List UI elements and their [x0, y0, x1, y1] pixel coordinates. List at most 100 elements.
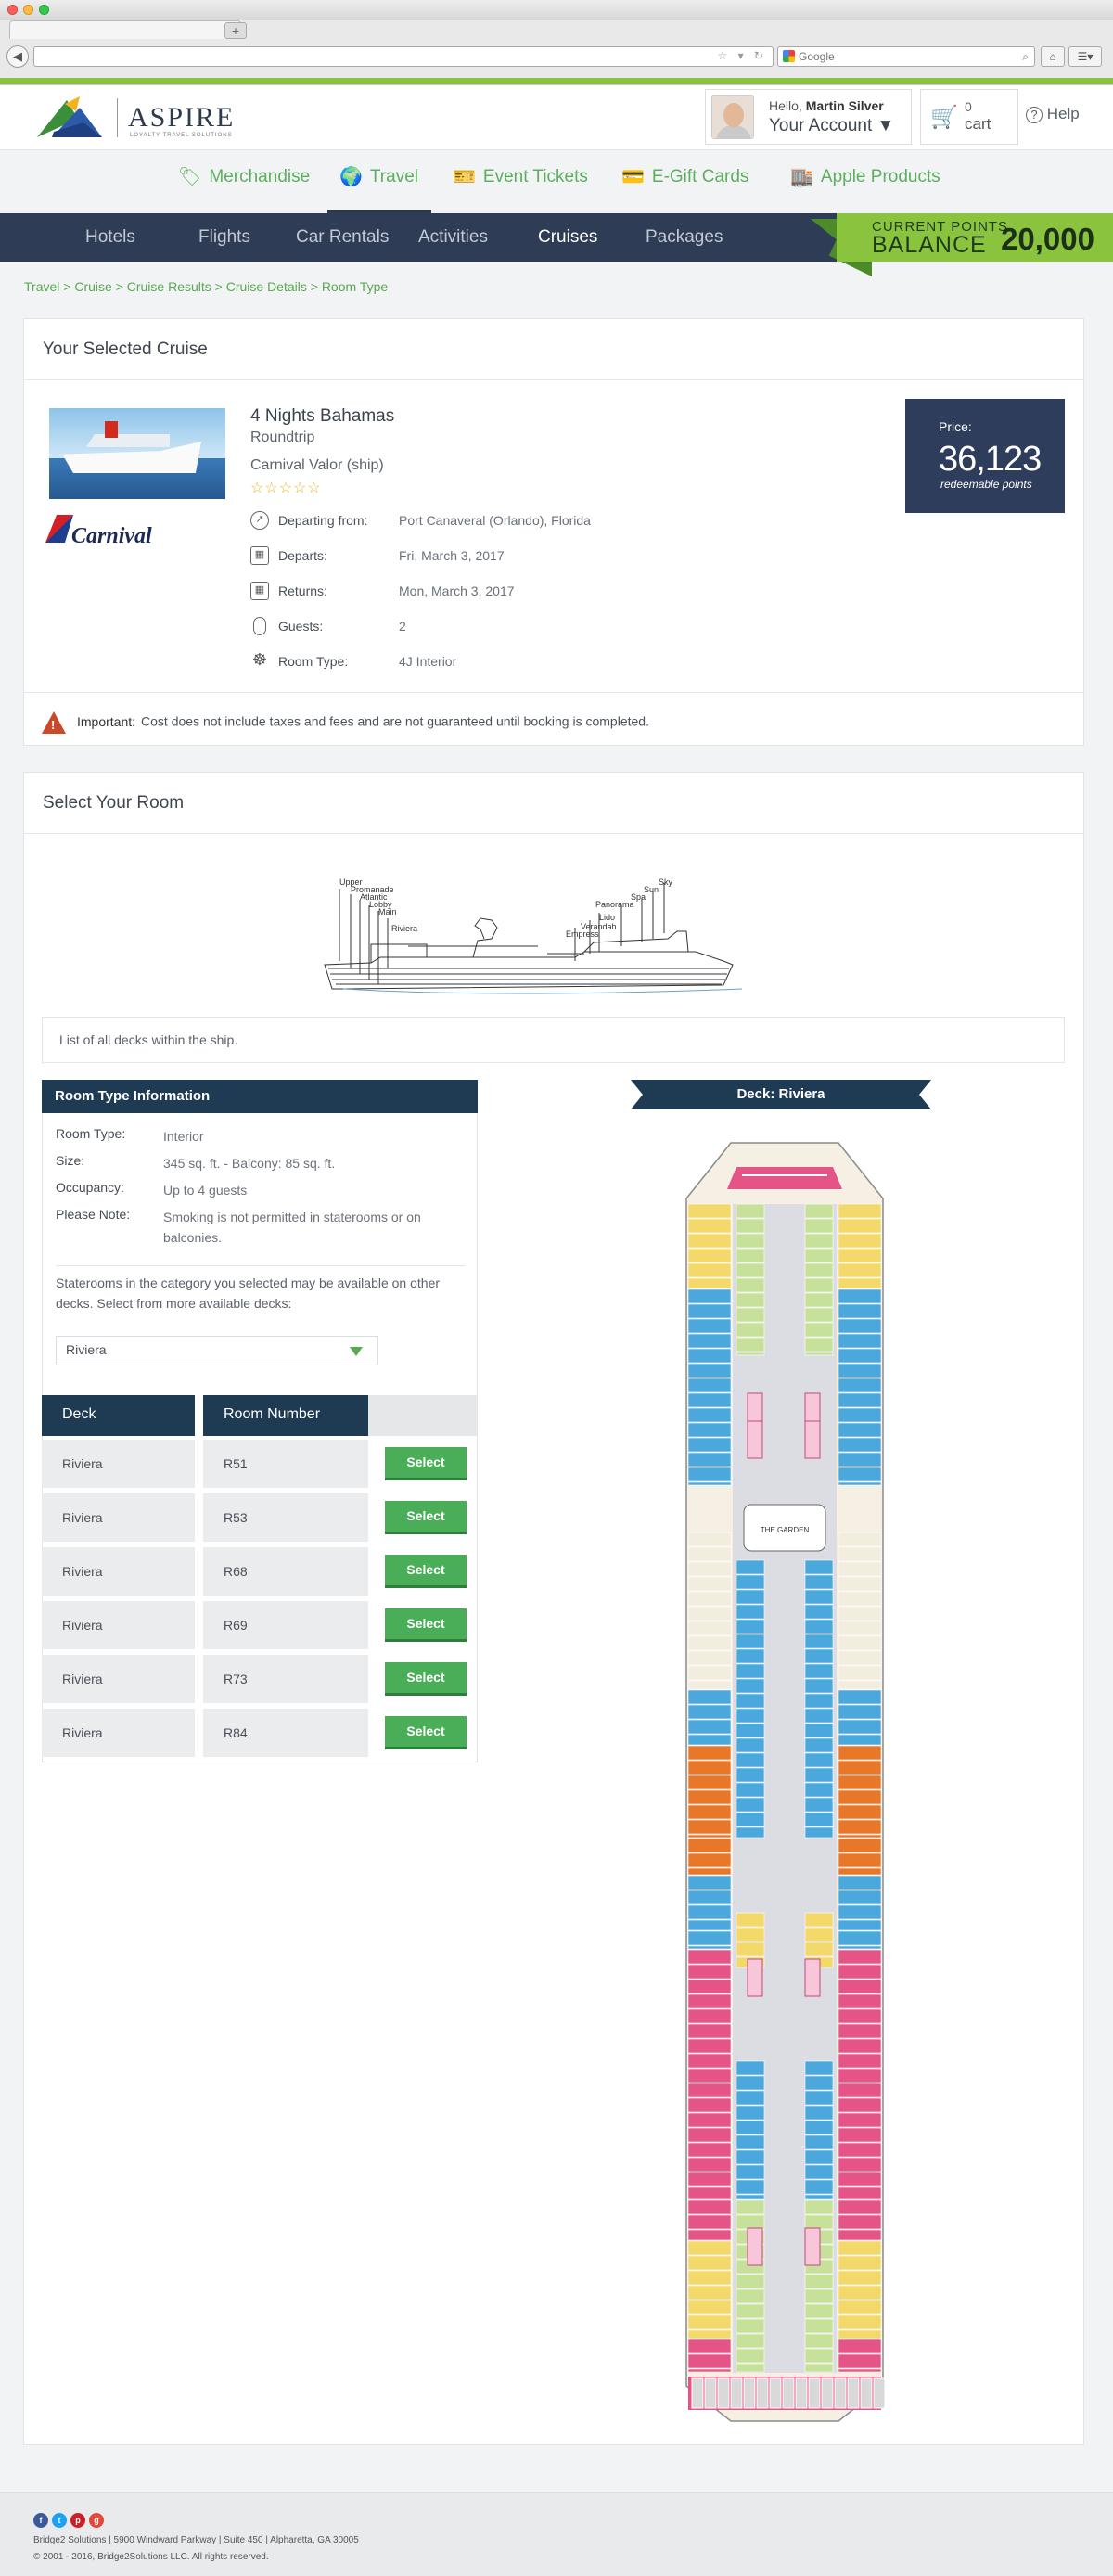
cabin-right[interactable]: [838, 2314, 882, 2330]
cabin-right[interactable]: [838, 1318, 882, 1334]
cabin-right[interactable]: [838, 2157, 882, 2172]
cabin-inner-right[interactable]: [804, 1797, 834, 1813]
cabin-inner-left[interactable]: [736, 1352, 765, 1356]
cabin-left[interactable]: [687, 1621, 732, 1636]
cabin-left[interactable]: [687, 1481, 732, 1486]
cabin-left[interactable]: [687, 2157, 732, 2172]
cabin-inner-left[interactable]: [736, 1559, 765, 1575]
help-link[interactable]: ? Help: [1026, 105, 1080, 123]
cabin-left[interactable]: [687, 1248, 732, 1263]
cabin-inner-right[interactable]: [804, 1648, 834, 1664]
category-apple-products[interactable]: 🏬 Apple Products: [790, 165, 940, 188]
cabin-right[interactable]: [838, 2255, 882, 2271]
cabin-right[interactable]: [838, 1993, 882, 2009]
cabin-right[interactable]: [838, 2199, 882, 2215]
cabin-left[interactable]: [687, 1930, 732, 1946]
cabin-left[interactable]: [687, 1348, 732, 1364]
cabin-left[interactable]: [687, 1689, 732, 1705]
cabin-left[interactable]: [687, 2199, 732, 2215]
cabin-stern[interactable]: [795, 2377, 808, 2409]
cabin-inner-left[interactable]: [736, 2149, 765, 2165]
cabin-inner-right[interactable]: [804, 1218, 834, 1234]
cabin-left[interactable]: [687, 2083, 732, 2098]
cabin-right[interactable]: [838, 2008, 882, 2024]
cabin-inner-right[interactable]: [804, 1737, 834, 1753]
cabin-inner-left[interactable]: [736, 1797, 765, 1813]
select-room-button[interactable]: Select: [385, 1716, 467, 1749]
cabin-inner-left[interactable]: [736, 1248, 765, 1263]
cabin-right[interactable]: [838, 2300, 882, 2315]
cabin-inner-left[interactable]: [736, 1337, 765, 1352]
cabin-inner-right[interactable]: [804, 2194, 834, 2200]
cabin-right[interactable]: [838, 1591, 882, 1607]
cabin-right[interactable]: [838, 1467, 882, 1482]
cabin-left[interactable]: [687, 2172, 732, 2187]
cabin-inner-right[interactable]: [804, 2363, 834, 2373]
cabin-inner-right[interactable]: [804, 2120, 834, 2135]
cabin-inner-left[interactable]: [736, 1723, 765, 1738]
cabin-left[interactable]: [687, 2285, 732, 2300]
cabin-inner-right[interactable]: [804, 1248, 834, 1263]
googleplus-icon[interactable]: g: [89, 2513, 104, 2528]
cabin-inner-left[interactable]: [736, 1634, 765, 1649]
cabin-left[interactable]: [687, 1719, 732, 1735]
cabin-right[interactable]: [838, 1704, 882, 1720]
cabin-right[interactable]: [838, 1248, 882, 1263]
cabin-left[interactable]: [687, 1422, 732, 1438]
cabin-right[interactable]: [838, 1930, 882, 1946]
cabin-inner-right[interactable]: [804, 1292, 834, 1308]
cabin-inner-left[interactable]: [736, 1912, 765, 1928]
cabin-left[interactable]: [687, 1789, 732, 1805]
cabin-inner-left[interactable]: [736, 2348, 765, 2364]
cabin-stern[interactable]: [704, 2377, 717, 2409]
cabin-inner-right[interactable]: [804, 1307, 834, 1323]
cabin-left[interactable]: [687, 2068, 732, 2083]
cabin-right[interactable]: [838, 2112, 882, 2128]
cabin-right[interactable]: [838, 1745, 882, 1761]
cabin-right[interactable]: [838, 1606, 882, 1621]
cabin-inner-right[interactable]: [804, 1337, 834, 1352]
cabin-left[interactable]: [687, 1964, 732, 1980]
cabin-right[interactable]: [838, 2172, 882, 2187]
cabin-left[interactable]: [687, 2142, 732, 2158]
cabin-inner-right[interactable]: [804, 2333, 834, 2349]
cabin-right[interactable]: [838, 1546, 882, 1562]
cabin-left[interactable]: [687, 2008, 732, 2024]
cabin-inner-left[interactable]: [736, 1927, 765, 1942]
cabin-inner-right[interactable]: [804, 1322, 834, 1338]
cabin-inner-right[interactable]: [804, 2348, 834, 2364]
cabin-right[interactable]: [838, 1452, 882, 1467]
cabin-right[interactable]: [838, 1719, 882, 1735]
cabin-inner-left[interactable]: [736, 1693, 765, 1709]
pinterest-icon[interactable]: p: [70, 2513, 85, 2528]
cabin-inner-left[interactable]: [736, 1752, 765, 1768]
browser-tab[interactable]: [9, 20, 241, 39]
url-bar[interactable]: ☆ ▾ ↻: [33, 46, 774, 67]
cabin-inner-right[interactable]: [804, 1678, 834, 1694]
cabin-right[interactable]: [838, 1804, 882, 1820]
cabin-left[interactable]: [687, 2240, 732, 2256]
cabin-inner-right[interactable]: [804, 2288, 834, 2304]
cabin-right[interactable]: [838, 1734, 882, 1746]
cabin-inner-right[interactable]: [804, 1912, 834, 1928]
cabin-right[interactable]: [838, 2214, 882, 2230]
cabin-left[interactable]: [687, 2368, 732, 2373]
subnav-cruises[interactable]: Cruises: [538, 227, 597, 248]
cabin-inner-right[interactable]: [804, 1203, 834, 1219]
cabin-left[interactable]: [687, 1945, 732, 1950]
cabin-inner-right[interactable]: [804, 1663, 834, 1679]
cabin-left[interactable]: [687, 1303, 732, 1319]
cabin-right[interactable]: [838, 1348, 882, 1364]
cabin-stern[interactable]: [860, 2377, 873, 2409]
cabin-inner-left[interactable]: [736, 2363, 765, 2373]
cabin-right[interactable]: [838, 1680, 882, 1690]
deck-label-panorama[interactable]: Panorama: [595, 900, 634, 909]
cabin-stern[interactable]: [730, 2377, 743, 2409]
cabin-left[interactable]: [687, 2186, 732, 2200]
cabin-left[interactable]: [687, 1734, 732, 1746]
cabin-inner-right[interactable]: [804, 1752, 834, 1768]
cabin-left[interactable]: [687, 1576, 732, 1592]
cabin-right[interactable]: [838, 2023, 882, 2039]
cabin-inner-left[interactable]: [736, 1604, 765, 1620]
cabin-right[interactable]: [838, 1561, 882, 1577]
